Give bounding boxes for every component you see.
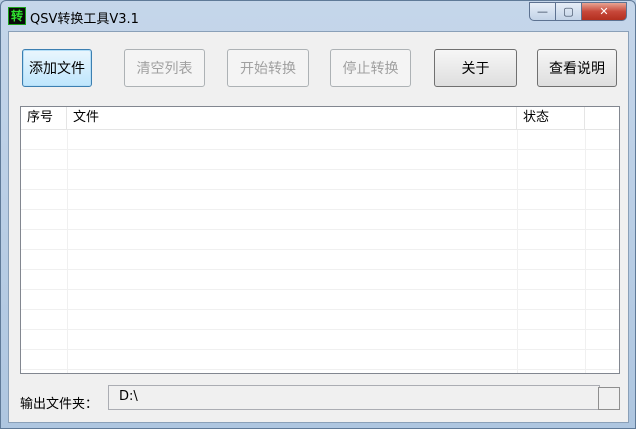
title-bar[interactable]: 转 QSV转换工具V3.1 — ▢ ✕ <box>1 1 635 31</box>
view-help-button[interactable]: 查看说明 <box>537 49 617 87</box>
empty-row <box>21 310 619 330</box>
empty-row <box>21 330 619 350</box>
about-button[interactable]: 关于 <box>434 49 517 87</box>
column-header-status[interactable]: 状态 <box>517 107 585 129</box>
empty-row <box>21 230 619 250</box>
clear-list-button[interactable]: 清空列表 <box>124 49 205 87</box>
empty-row <box>21 270 619 290</box>
client-area: 添加文件 清空列表 开始转换 停止转换 关于 查看说明 序号 文件 状态 输出文… <box>8 31 629 423</box>
caption-buttons: — ▢ ✕ <box>529 2 627 22</box>
stop-convert-button[interactable]: 停止转换 <box>330 49 411 87</box>
file-list-header: 序号 文件 状态 <box>21 107 619 130</box>
empty-row <box>21 210 619 230</box>
output-folder-label: 输出文件夹： <box>20 397 99 412</box>
close-button[interactable]: ✕ <box>582 2 627 21</box>
empty-row <box>21 290 619 310</box>
empty-row <box>21 250 619 270</box>
start-convert-button[interactable]: 开始转换 <box>227 49 309 87</box>
minimize-button[interactable]: — <box>529 2 556 21</box>
empty-row <box>21 190 619 210</box>
file-list[interactable]: 序号 文件 状态 <box>20 106 620 374</box>
column-header-extra[interactable] <box>585 107 619 129</box>
empty-row <box>21 130 619 150</box>
empty-row <box>21 150 619 170</box>
output-folder-field[interactable]: D:\ <box>108 385 600 410</box>
add-files-button[interactable]: 添加文件 <box>22 49 92 87</box>
browse-folder-button[interactable] <box>598 387 620 410</box>
app-window: 转 QSV转换工具V3.1 — ▢ ✕ 添加文件 清空列表 开始转换 停止转换 … <box>0 0 636 429</box>
close-icon: ✕ <box>599 5 609 18</box>
window-title: QSV转换工具V3.1 <box>30 12 139 27</box>
column-header-index[interactable]: 序号 <box>21 107 67 129</box>
file-list-body[interactable] <box>21 130 619 373</box>
minimize-icon: — <box>537 5 548 18</box>
maximize-button[interactable]: ▢ <box>556 2 582 21</box>
column-header-file[interactable]: 文件 <box>67 107 517 129</box>
maximize-icon: ▢ <box>563 5 574 18</box>
empty-row <box>21 350 619 370</box>
app-icon: 转 <box>8 7 26 25</box>
empty-row <box>21 170 619 190</box>
